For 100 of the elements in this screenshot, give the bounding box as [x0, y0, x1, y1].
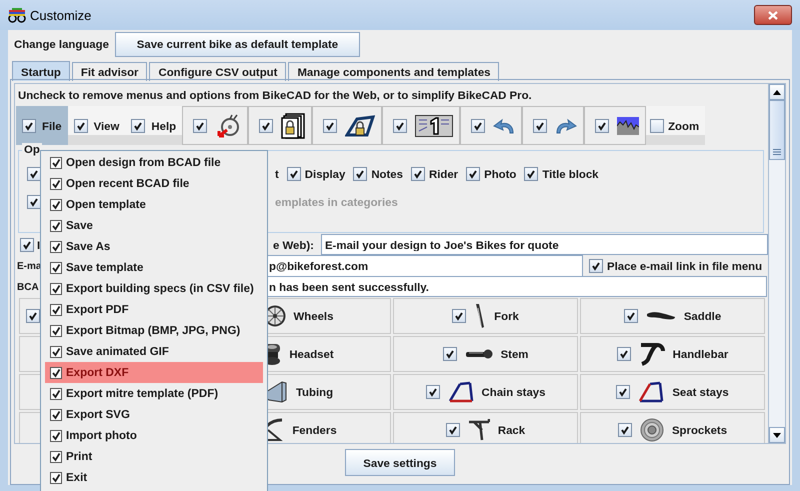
option-label[interactable]: Photo	[484, 168, 516, 180]
menu-checkbox[interactable]	[50, 156, 62, 168]
checkbox[interactable]	[616, 347, 631, 361]
toolbar-option[interactable]	[584, 106, 646, 145]
email-text-field[interactable]: E-mail your design to Joe's Bikes for quote	[320, 234, 768, 255]
checkbox[interactable]	[286, 167, 301, 181]
menu-toggle[interactable]: Help	[125, 106, 182, 145]
component-label: Seat stays	[672, 386, 729, 398]
field-label: BCA	[17, 282, 39, 293]
menu-checkbox[interactable]	[50, 282, 62, 294]
menu-checkbox[interactable]	[50, 220, 62, 232]
menu-item[interactable]: Exit	[45, 467, 263, 488]
option-label[interactable]: Rider	[428, 168, 458, 180]
scroll-thumb[interactable]	[769, 100, 785, 160]
message-field[interactable]: n has been sent successfully.	[265, 276, 767, 297]
toolbar-option[interactable]	[312, 106, 382, 145]
menu-item[interactable]: Save animated GIF	[45, 341, 263, 362]
language-label[interactable]: Change language	[14, 38, 109, 50]
menu-checkbox[interactable]	[50, 408, 62, 420]
checkbox[interactable]	[650, 118, 664, 132]
menu-checkbox[interactable]	[50, 430, 62, 442]
menu-toggle[interactable]: File	[16, 106, 68, 145]
checkbox[interactable]	[323, 118, 338, 132]
tab[interactable]: Configure CSV output	[149, 62, 286, 81]
menu-checkbox[interactable]	[50, 472, 62, 484]
down-arrow-icon[interactable]	[773, 432, 781, 438]
checkbox[interactable]	[20, 238, 34, 252]
checkbox[interactable]	[426, 385, 440, 399]
menu-item[interactable]: Open recent BCAD file	[45, 173, 263, 194]
component-label: Sprockets	[672, 424, 728, 436]
tab[interactable]: Manage components and templates	[288, 62, 500, 81]
menu-checkbox[interactable]	[50, 178, 62, 190]
checkbox[interactable]	[27, 167, 41, 181]
checkbox[interactable]	[624, 309, 638, 323]
menu-checkbox[interactable]	[50, 346, 62, 358]
checkbox[interactable]	[471, 118, 486, 132]
menu-checkbox[interactable]	[50, 240, 62, 252]
checkbox[interactable]	[466, 167, 480, 181]
option-label[interactable]: Title block	[542, 168, 598, 180]
zoom-label[interactable]: Zoom	[668, 120, 700, 132]
option-label[interactable]: Place e-mail link in file menu	[607, 260, 762, 272]
checkbox[interactable]	[27, 195, 41, 209]
checkbox[interactable]	[452, 309, 466, 323]
menu-checkbox[interactable]	[50, 198, 62, 210]
menu-checkbox[interactable]	[50, 366, 62, 378]
checkbox[interactable]	[393, 118, 408, 132]
checkbox[interactable]	[193, 118, 208, 132]
menu-checkbox[interactable]	[50, 262, 62, 274]
menu-item[interactable]: Export Bitmap (BMP, JPG, PNG)	[45, 320, 263, 341]
checkbox[interactable]	[589, 258, 603, 272]
menu-item[interactable]: Export PDF	[45, 299, 263, 320]
toolbar-option[interactable]	[182, 106, 248, 145]
option-label[interactable]: Display	[304, 168, 346, 180]
checkbox[interactable]	[259, 118, 274, 132]
checkbox[interactable]	[446, 423, 460, 437]
close-icon	[768, 10, 778, 20]
menu-item[interactable]: Save template	[45, 257, 263, 278]
redo-icon	[555, 116, 578, 134]
menu-item[interactable]: Export SVG	[45, 404, 263, 425]
option-label[interactable]: Notes	[371, 168, 403, 180]
tab[interactable]: Fit advisor	[72, 62, 148, 81]
toolbar-option[interactable]	[248, 106, 312, 145]
menu-item[interactable]: Open template	[45, 194, 263, 215]
component-label: Tubing	[296, 386, 334, 398]
menu-item[interactable]: Export DXF	[45, 362, 263, 383]
menu-checkbox[interactable]	[50, 304, 62, 316]
menu-item[interactable]: Export building specs (in CSV file)	[45, 278, 263, 299]
option-label[interactable]: t	[275, 168, 279, 180]
component-label: Handlebar	[672, 348, 728, 360]
checkbox[interactable]	[22, 118, 36, 132]
checkbox[interactable]	[74, 118, 88, 132]
menu-checkbox[interactable]	[50, 388, 62, 400]
up-arrow-icon[interactable]	[773, 90, 781, 94]
checkbox[interactable]	[26, 309, 40, 323]
checkbox[interactable]	[618, 423, 632, 437]
checkbox[interactable]	[442, 347, 457, 361]
menu-toggle[interactable]: View	[68, 106, 126, 145]
option-label[interactable]: I	[37, 238, 40, 250]
checkbox[interactable]	[410, 167, 425, 181]
checkbox[interactable]	[533, 118, 548, 132]
checkbox[interactable]	[524, 167, 538, 181]
menu-item[interactable]: Import photo	[45, 425, 263, 446]
menu-checkbox[interactable]	[50, 324, 62, 336]
checkbox[interactable]	[616, 385, 630, 399]
toolbar-option[interactable]	[382, 106, 460, 145]
email-address-field[interactable]: p@bikeforest.com	[265, 254, 583, 276]
tab[interactable]: Startup	[12, 61, 70, 81]
save-settings-button[interactable]: Save settings	[345, 449, 455, 476]
checkbox[interactable]	[595, 118, 610, 132]
menu-item[interactable]: Save	[45, 215, 263, 236]
close-button[interactable]	[754, 5, 792, 25]
menu-item[interactable]: Open design from BCAD file	[45, 152, 263, 173]
checkbox[interactable]	[131, 118, 146, 132]
menu-item[interactable]: Print	[45, 446, 263, 467]
menu-checkbox[interactable]	[50, 450, 62, 462]
scrollbar[interactable]	[768, 84, 785, 443]
menu-item[interactable]: Export mitre template (PDF)	[45, 383, 263, 404]
checkbox[interactable]	[353, 167, 368, 181]
save-template-button[interactable]: Save current bike as default template	[114, 32, 360, 56]
menu-item[interactable]: Save As	[45, 236, 263, 257]
